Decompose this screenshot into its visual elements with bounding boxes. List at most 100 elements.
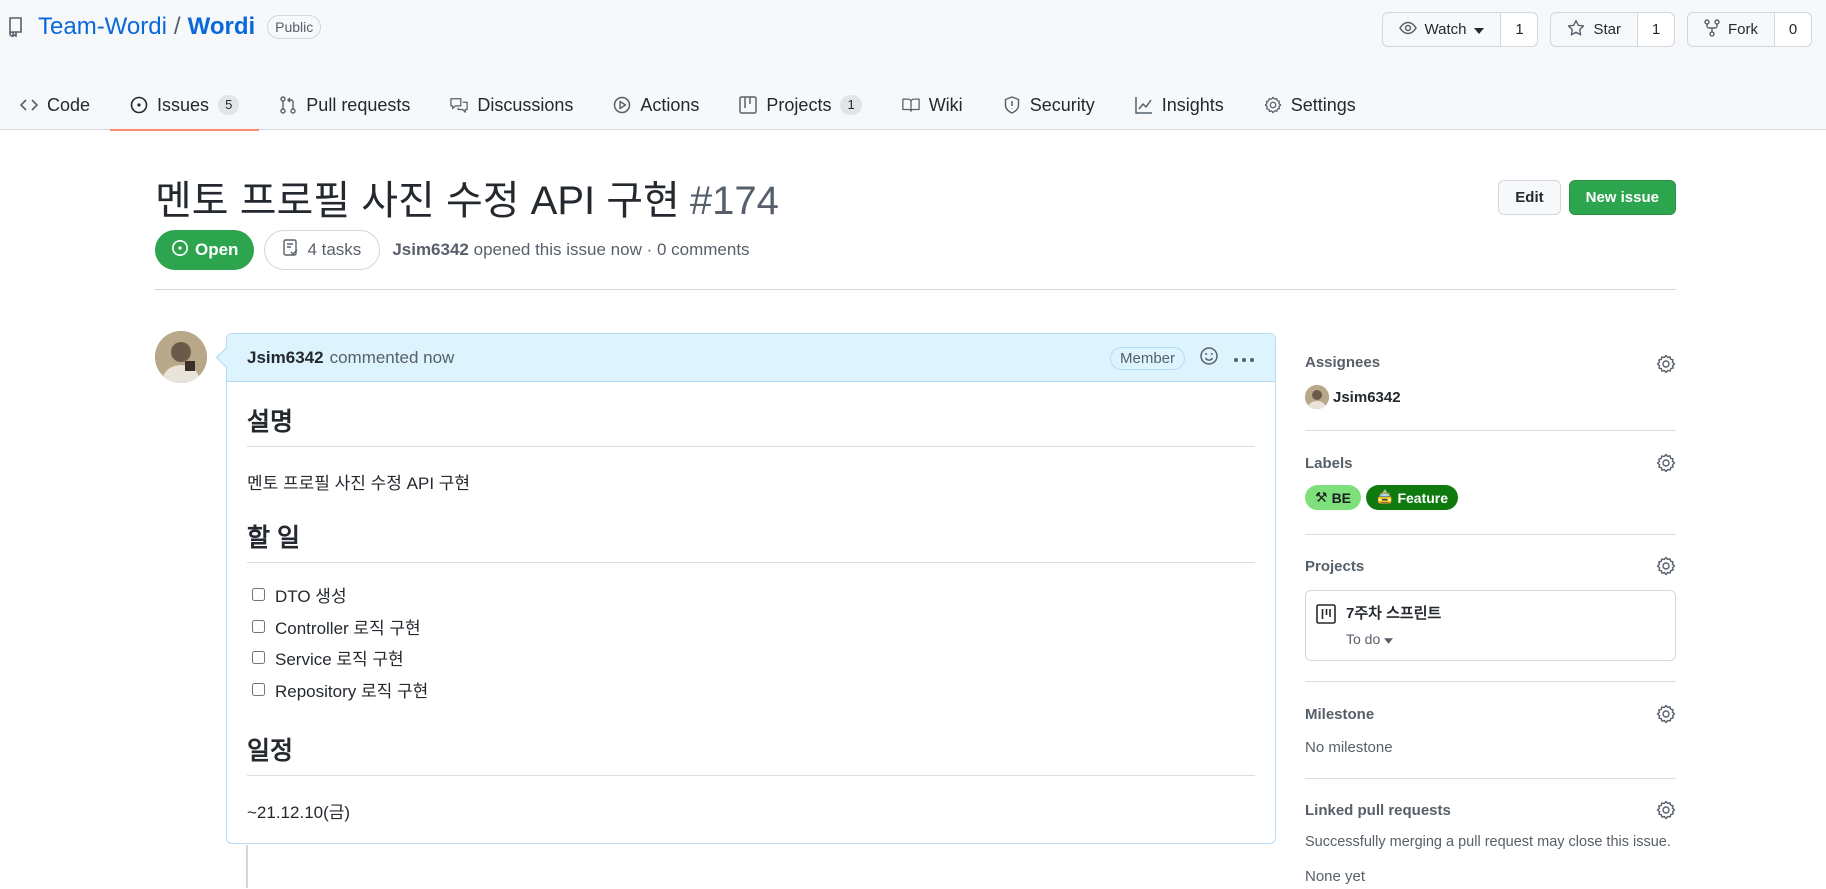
issue-title-text: 멘토 프로필 사진 수정 API 구현	[155, 179, 680, 223]
comment-box: Jsim6342 commented now Member 설명 멘토 프로필 …	[226, 333, 1276, 844]
labels-list: ⚒ BE 🚖 Feature	[1305, 485, 1459, 510]
tab-discussions-label: Discussions	[477, 94, 574, 115]
tab-actions[interactable]: Actions	[593, 80, 719, 130]
tab-issues[interactable]: Issues 5	[110, 80, 260, 131]
timeline-line	[246, 845, 248, 888]
repo-separator: /	[173, 13, 181, 40]
project-name[interactable]: 7주차 스프린트	[1346, 602, 1441, 623]
tab-security[interactable]: Security	[983, 80, 1115, 130]
heading-description: 설명	[247, 402, 1255, 447]
assignees-heading[interactable]: Assignees	[1305, 354, 1380, 371]
kebab-horizontal-icon[interactable]	[1233, 348, 1255, 368]
tab-pull-requests[interactable]: Pull requests	[259, 80, 430, 130]
tab-pull-requests-label: Pull requests	[306, 94, 411, 115]
header-divider	[155, 289, 1676, 290]
issue-opened-icon	[171, 239, 189, 262]
task-item: Repository 로직 구현	[247, 674, 1255, 706]
edit-button[interactable]: Edit	[1498, 180, 1561, 215]
avatar[interactable]	[155, 331, 207, 383]
gear-icon[interactable]	[1656, 453, 1676, 473]
watch-button-group: Watch 1	[1381, 12, 1539, 47]
tab-insights[interactable]: Insights	[1115, 80, 1244, 130]
star-icon	[1567, 19, 1585, 41]
gear-icon[interactable]	[1656, 556, 1676, 576]
watch-button[interactable]: Watch	[1383, 13, 1502, 46]
task-label: Controller 로직 구현	[275, 618, 421, 638]
new-issue-button[interactable]: New issue	[1568, 180, 1676, 215]
table-icon	[739, 96, 758, 114]
issue-meta: Open 4 tasks Jsim6342 opened this issue …	[155, 230, 750, 270]
watch-count[interactable]: 1	[1501, 13, 1538, 46]
comment-time: commented now	[329, 347, 455, 367]
task-checkbox[interactable]	[252, 682, 265, 696]
task-list: DTO 생성 Controller 로직 구현 Service 로직 구현 Re…	[247, 579, 1255, 705]
gear-icon	[1264, 96, 1282, 114]
labels-heading[interactable]: Labels	[1305, 455, 1353, 472]
git-pull-request-icon	[279, 96, 297, 114]
linked-prs-section: Linked pull requests Successfully mergin…	[1305, 779, 1676, 889]
watch-label: Watch	[1424, 21, 1467, 38]
linked-prs-value: None yet	[1305, 868, 1366, 885]
repo-title: Team-Wordi / Wordi Public	[8, 13, 322, 41]
gear-icon[interactable]	[1656, 704, 1676, 724]
heading-todo: 할 일	[247, 518, 1255, 563]
projects-heading[interactable]: Projects	[1305, 558, 1364, 575]
projects-section: Projects 7주차 스프린트 To do	[1305, 535, 1676, 682]
task-label: Repository 로직 구현	[275, 681, 429, 701]
comment-discussion-icon	[450, 96, 469, 114]
task-checkbox[interactable]	[252, 588, 265, 602]
fork-icon	[1704, 18, 1720, 41]
label-be-name: BE	[1331, 489, 1352, 506]
status-badge: Open	[155, 230, 255, 270]
eye-icon	[1398, 19, 1417, 41]
tab-settings[interactable]: Settings	[1244, 80, 1376, 130]
gear-icon[interactable]	[1656, 354, 1676, 374]
tab-wiki-label: Wiki	[928, 94, 963, 115]
task-checkbox[interactable]	[252, 619, 265, 633]
hammer-pick-icon: ⚒	[1315, 489, 1328, 505]
status-label: Open	[195, 240, 239, 259]
task-checkbox[interactable]	[252, 651, 265, 665]
repo-actions: Watch 1 Star 1 Fork 0	[1381, 12, 1812, 47]
label-feature-name: Feature	[1397, 489, 1449, 506]
smiley-icon[interactable]	[1199, 346, 1219, 371]
tab-settings-label: Settings	[1290, 94, 1356, 115]
tab-actions-label: Actions	[640, 94, 700, 115]
project-status-dropdown[interactable]: To do	[1346, 631, 1394, 647]
gear-icon[interactable]	[1656, 800, 1676, 820]
milestone-heading[interactable]: Milestone	[1305, 706, 1374, 723]
issue-header-actions: Edit New issue	[1498, 180, 1676, 215]
star-label: Star	[1593, 21, 1621, 38]
milestone-value: No milestone	[1305, 739, 1393, 756]
task-item: DTO 생성	[247, 579, 1255, 611]
repo-name-link[interactable]: Wordi	[188, 13, 256, 41]
comment-header-actions: Member	[1109, 334, 1255, 382]
tab-wiki[interactable]: Wiki	[882, 80, 983, 130]
issue-sidebar: Assignees Jsim6342 Labels ⚒ BE 🚖 Feature…	[1305, 340, 1676, 889]
tab-insights-label: Insights	[1161, 94, 1224, 115]
task-label: DTO 생성	[275, 587, 347, 607]
caret-down-icon	[1474, 21, 1485, 38]
label-be[interactable]: ⚒ BE	[1305, 485, 1362, 510]
tab-discussions[interactable]: Discussions	[430, 80, 593, 130]
fork-count[interactable]: 0	[1775, 13, 1811, 46]
project-card[interactable]: 7주차 스프린트 To do	[1305, 590, 1676, 661]
project-status-label: To do	[1346, 631, 1381, 647]
label-feature[interactable]: 🚖 Feature	[1366, 485, 1459, 510]
star-button[interactable]: Star	[1551, 13, 1638, 46]
issue-author-link[interactable]: Jsim6342	[392, 240, 469, 259]
star-count[interactable]: 1	[1638, 13, 1674, 46]
tasks-progress[interactable]: 4 tasks	[264, 230, 381, 270]
fork-button[interactable]: Fork	[1688, 13, 1775, 46]
tab-projects[interactable]: Projects 1	[719, 80, 881, 130]
tab-projects-label: Projects	[766, 94, 832, 115]
labels-section: Labels ⚒ BE 🚖 Feature	[1305, 431, 1676, 535]
projects-counter: 1	[840, 95, 862, 115]
comment-author-link[interactable]: Jsim6342	[247, 348, 324, 368]
tab-code-label: Code	[47, 94, 91, 115]
tab-code[interactable]: Code	[0, 80, 110, 130]
linked-prs-heading[interactable]: Linked pull requests	[1305, 802, 1451, 819]
issue-meta-text: Jsim6342 opened this issue now · 0 comme…	[392, 240, 749, 260]
assignee-item[interactable]: Jsim6342	[1305, 385, 1401, 409]
repo-owner-link[interactable]: Team-Wordi	[38, 13, 167, 41]
